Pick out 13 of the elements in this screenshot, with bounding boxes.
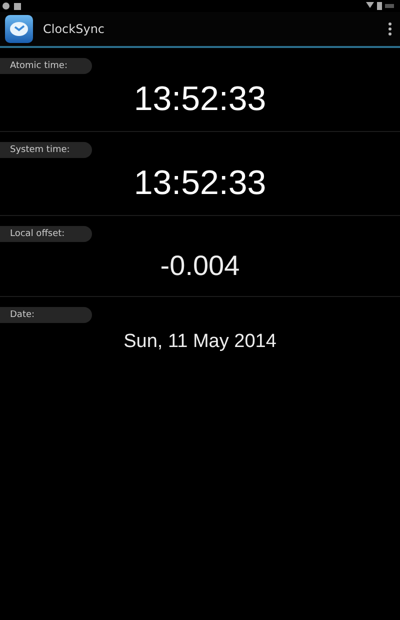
time-readout: 13:52:33 bbox=[134, 80, 266, 119]
status-icons bbox=[2, 2, 24, 10]
date-readout: Sun, 11 May 2014 bbox=[124, 331, 276, 353]
time-readout: 13:52:33 bbox=[134, 164, 266, 203]
menu-icon[interactable] bbox=[388, 22, 392, 36]
section-label: Date: bbox=[0, 307, 92, 323]
value-readout: -0.004 bbox=[160, 250, 240, 282]
section-label: Atomic time: bbox=[0, 58, 92, 74]
app-title: ClockSync bbox=[43, 22, 106, 36]
section-label: Local offset: bbox=[0, 226, 92, 242]
app-icon[interactable] bbox=[5, 15, 33, 43]
section-label: System time: bbox=[0, 142, 92, 158]
signal-battery-icon bbox=[366, 2, 394, 10]
